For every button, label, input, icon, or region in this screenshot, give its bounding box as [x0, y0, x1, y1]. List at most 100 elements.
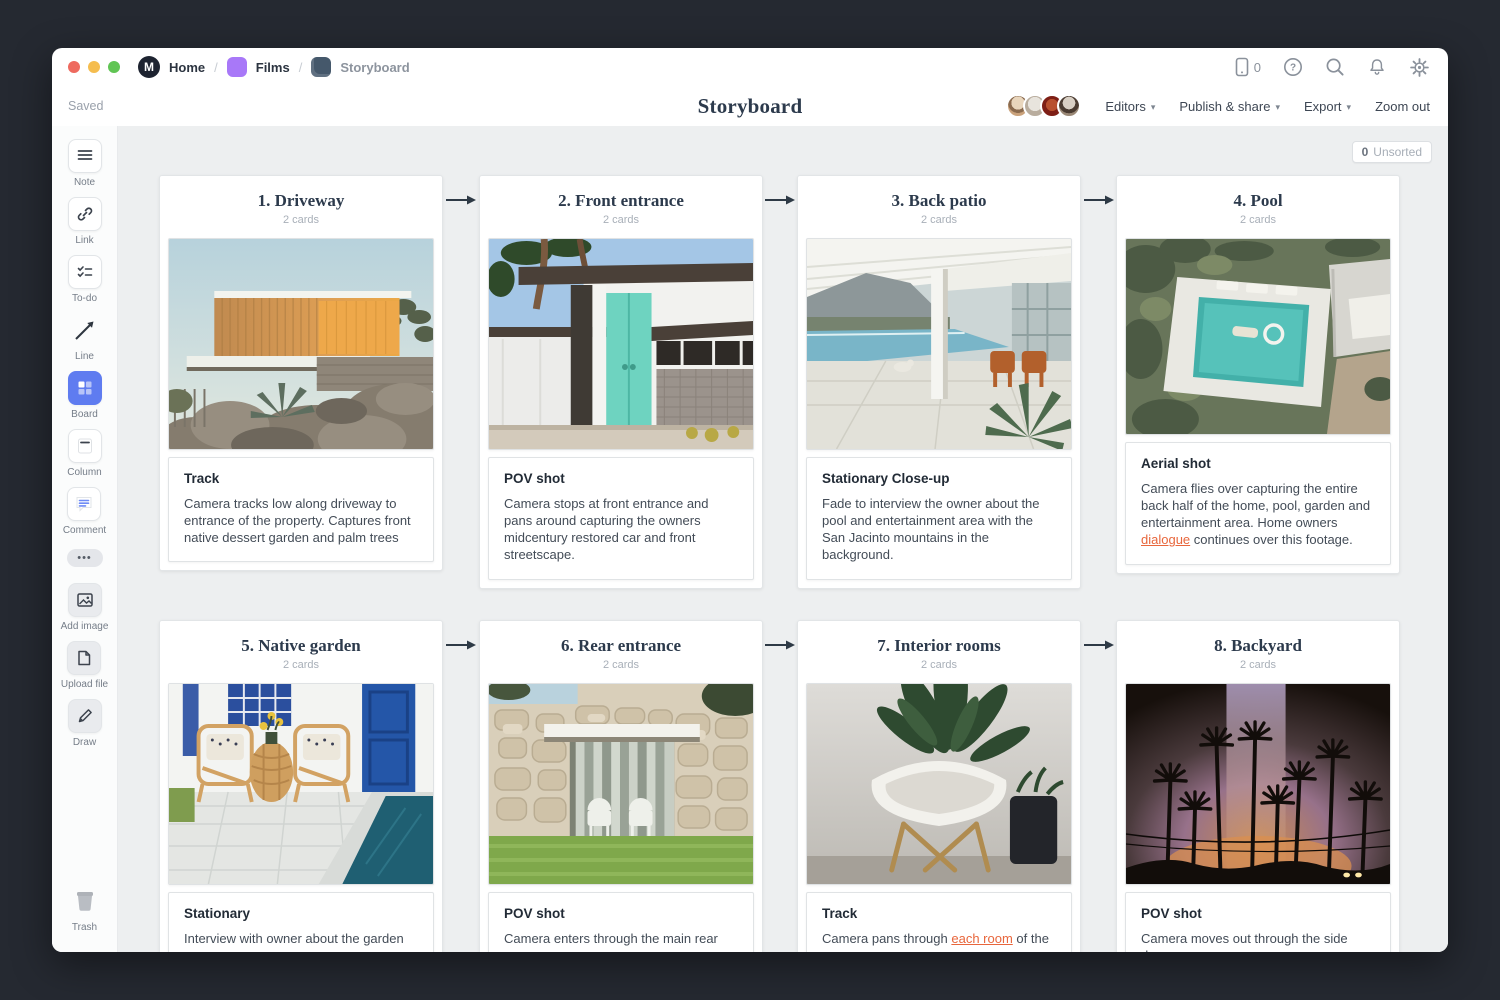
tool-label: Draw — [73, 737, 96, 748]
shot-note[interactable]: Track Camera pans through each room of t… — [806, 892, 1072, 952]
zoom-out-button[interactable]: Zoom out — [1375, 99, 1430, 114]
shot-note[interactable]: Stationary Close-up Fade to interview th… — [806, 457, 1072, 580]
desc-link[interactable]: each room — [951, 931, 1012, 946]
back-patio-photo[interactable] — [806, 238, 1072, 450]
breadcrumb-separator: / — [214, 60, 218, 75]
board-card-rear-entrance[interactable]: 6. Rear entrance 2 cards — [479, 620, 763, 952]
shot-description: Interview with owner about the garden — [184, 930, 418, 947]
app-window: M Home / Films / Storyboard 0 ? — [52, 48, 1448, 952]
flow-arrow[interactable] — [765, 638, 795, 652]
card-title[interactable]: 7. Interior rooms — [806, 636, 1072, 656]
pool-aerial-photo[interactable] — [1125, 238, 1391, 435]
breadcrumb-films[interactable]: Films — [256, 60, 290, 75]
board-card-pool[interactable]: 4. Pool 2 cards — [1116, 175, 1400, 574]
flow-arrow[interactable] — [1084, 638, 1114, 652]
search-icon[interactable] — [1325, 57, 1345, 77]
desc-text: Fade to interview the owner about the po… — [822, 496, 1040, 562]
driveway-photo[interactable] — [168, 238, 434, 450]
card-count: 2 cards — [168, 214, 434, 226]
breadcrumb-home[interactable]: Home — [169, 60, 205, 75]
close-button[interactable] — [68, 61, 80, 73]
desc-text: continues over this footage. — [1190, 532, 1353, 547]
desc-text: Camera flies over capturing the entire b… — [1141, 481, 1370, 530]
shot-note[interactable]: POV shot Camera enters through the main … — [488, 892, 754, 952]
board-card-front-entrance[interactable]: 2. Front entrance 2 cards — [479, 175, 763, 589]
backyard-sunset-photo[interactable] — [1125, 683, 1391, 885]
board-card-driveway[interactable]: 1. Driveway 2 cards — [159, 175, 443, 571]
desc-text: of the — [1013, 931, 1049, 946]
tool-label: To-do — [72, 293, 97, 304]
board-card-interior-rooms[interactable]: 7. Interior rooms 2 cards — [797, 620, 1081, 952]
upload-file-icon — [75, 649, 93, 667]
shot-type: Stationary Close-up — [822, 471, 1056, 486]
rear-entrance-photo[interactable] — [488, 683, 754, 885]
flow-arrow[interactable] — [765, 193, 795, 207]
board-card-back-patio[interactable]: 3. Back patio 2 cards — [797, 175, 1081, 589]
settings-icon[interactable] — [1409, 57, 1430, 78]
shot-description: Camera stops at front entrance and pans … — [504, 495, 738, 564]
export-menu[interactable]: Export▾ — [1304, 99, 1351, 114]
more-tools-button[interactable]: ••• — [67, 549, 103, 567]
tool-add-image[interactable]: Add image — [61, 583, 109, 632]
interior-rooms-photo[interactable] — [806, 683, 1072, 885]
shot-description: Camera moves out through the side door — [1141, 930, 1375, 952]
editors-menu[interactable]: Editors▾ — [1105, 99, 1155, 114]
unsorted-badge[interactable]: 0 Unsorted — [1352, 141, 1432, 163]
shot-note[interactable]: POV shot Camera stops at front entrance … — [488, 457, 754, 580]
shot-note[interactable]: Aerial shot Camera flies over capturing … — [1125, 442, 1391, 565]
minimize-button[interactable] — [88, 61, 100, 73]
tool-todo[interactable]: To-do — [68, 255, 102, 304]
board-card-native-garden[interactable]: 5. Native garden 2 cards — [159, 620, 443, 952]
tool-note[interactable]: Note — [68, 139, 102, 188]
desc-link[interactable]: dialogue — [1141, 532, 1190, 547]
publish-share-label: Publish & share — [1179, 99, 1270, 114]
connected-devices-button[interactable]: 0 — [1235, 57, 1261, 77]
avatar[interactable] — [1057, 94, 1081, 118]
card-title[interactable]: 2. Front entrance — [488, 191, 754, 211]
device-count: 0 — [1254, 60, 1261, 75]
tool-link[interactable]: Link — [68, 197, 102, 246]
films-board-icon[interactable] — [227, 57, 247, 77]
desc-text: Camera stops at front entrance and pans … — [504, 496, 709, 562]
tool-comment[interactable]: Comment — [63, 487, 106, 536]
shot-note[interactable]: POV shot Camera moves out through the si… — [1125, 892, 1391, 952]
tool-label: Upload file — [61, 679, 108, 690]
front-entrance-photo[interactable] — [488, 238, 754, 450]
card-title[interactable]: 3. Back patio — [806, 191, 1072, 211]
card-title[interactable]: 8. Backyard — [1125, 636, 1391, 656]
unsorted-label: Unsorted — [1373, 145, 1422, 159]
notifications-icon[interactable] — [1367, 57, 1387, 77]
shot-description: Camera flies over capturing the entire b… — [1141, 480, 1375, 549]
tool-draw[interactable]: Draw — [68, 699, 102, 748]
tool-label: Add image — [61, 621, 109, 632]
shot-note[interactable]: Stationary Interview with owner about th… — [168, 892, 434, 952]
desc-text: Camera pans through — [822, 931, 951, 946]
shot-type: POV shot — [1141, 906, 1375, 921]
tool-column[interactable]: Column — [67, 429, 101, 478]
desc-text: Camera tracks low along driveway to entr… — [184, 496, 411, 545]
tool-board-selected[interactable]: Board — [68, 371, 102, 420]
card-title[interactable]: 6. Rear entrance — [488, 636, 754, 656]
flow-arrow[interactable] — [446, 638, 476, 652]
zoom-button[interactable] — [108, 61, 120, 73]
card-title[interactable]: 4. Pool — [1125, 191, 1391, 211]
card-title[interactable]: 5. Native garden — [168, 636, 434, 656]
board-card-backyard[interactable]: 8. Backyard 2 cards — [1116, 620, 1400, 952]
card-title[interactable]: 1. Driveway — [168, 191, 434, 211]
breadcrumb-storyboard[interactable]: Storyboard — [340, 60, 409, 75]
tool-trash[interactable]: Trash — [68, 884, 102, 933]
traffic-lights — [68, 61, 120, 73]
breadcrumb-separator: / — [299, 60, 303, 75]
tool-upload-file[interactable]: Upload file — [61, 641, 108, 690]
publish-share-menu[interactable]: Publish & share▾ — [1179, 99, 1280, 114]
editor-avatars[interactable] — [1006, 94, 1081, 118]
flow-arrow[interactable] — [446, 193, 476, 207]
card-count: 2 cards — [806, 214, 1072, 226]
help-icon[interactable]: ? — [1283, 57, 1303, 77]
storyboard-board-icon[interactable] — [311, 57, 331, 77]
shot-note[interactable]: Track Camera tracks low along driveway t… — [168, 457, 434, 562]
flow-arrow[interactable] — [1084, 193, 1114, 207]
native-garden-photo[interactable] — [168, 683, 434, 885]
app-logo[interactable]: M — [138, 56, 160, 78]
tool-line[interactable]: Line — [68, 313, 102, 362]
